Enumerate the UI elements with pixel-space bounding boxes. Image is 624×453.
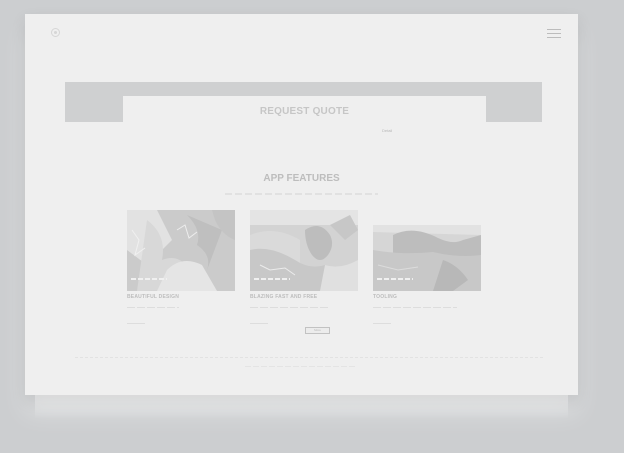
- feature-image: [127, 210, 235, 291]
- feature-image: [373, 210, 481, 291]
- feature-text-placeholder: [127, 307, 179, 308]
- feature-more-placeholder: [250, 323, 268, 324]
- feature-meta: [377, 278, 413, 280]
- feature-meta: [131, 278, 167, 280]
- browser-window: REQUEST QUOTE Detail APP FEATURES BEAUTI…: [25, 14, 578, 395]
- request-quote-heading: REQUEST QUOTE: [259, 106, 350, 117]
- feature-more-placeholder: [127, 323, 145, 324]
- feature-text-placeholder: [250, 307, 330, 308]
- footer-text-placeholder: [245, 366, 355, 367]
- logo-icon[interactable]: [51, 28, 60, 37]
- hamburger-menu-icon[interactable]: [547, 29, 561, 38]
- feature-image: [250, 210, 358, 291]
- feature-text-placeholder: [373, 307, 457, 308]
- hero-small-link[interactable]: Detail: [382, 128, 392, 133]
- hero-card: REQUEST QUOTE: [123, 96, 486, 136]
- app-features-title: APP FEATURES: [263, 173, 340, 184]
- feature-title: BEAUTIFUL DESIGN: [127, 294, 179, 300]
- footer-divider: [75, 357, 545, 358]
- feature-title: BLAZING FAST AND FREE: [250, 294, 318, 300]
- section-subtitle-placeholder: [225, 193, 378, 195]
- feature-more-placeholder: [373, 323, 391, 324]
- feature-title: TOOLING: [373, 294, 398, 300]
- window-shadow: [35, 395, 568, 419]
- feature-meta: [254, 278, 290, 280]
- more-button[interactable]: More: [305, 327, 330, 334]
